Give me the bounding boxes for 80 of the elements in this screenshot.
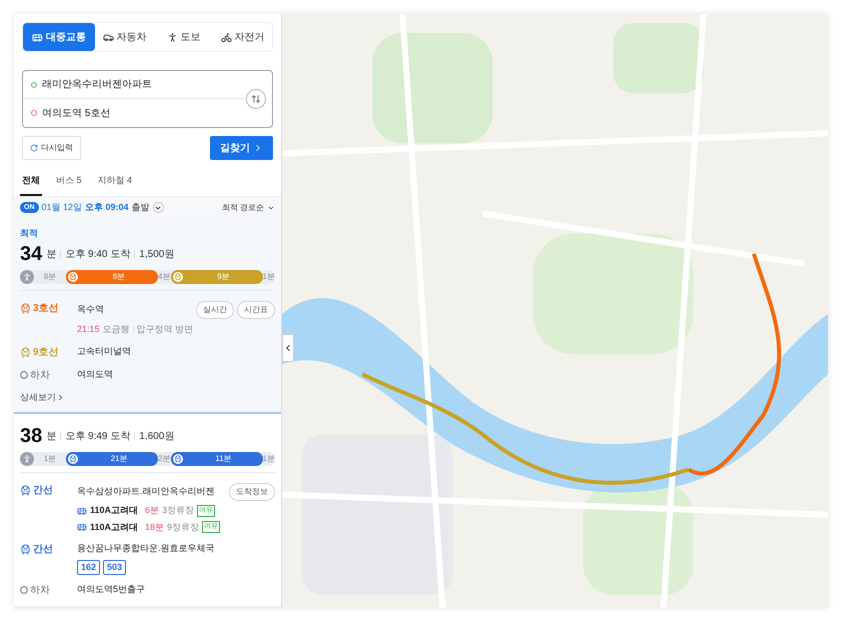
line-label: 9호선 [33, 346, 59, 360]
train-destination: 오금행 [102, 323, 130, 336]
station-name: 고속터미널역 [77, 344, 131, 358]
stops-away: 3정류장 [162, 504, 194, 517]
walk-icon [20, 270, 34, 284]
origin-field[interactable]: 래미안옥수리버젠아파트 [23, 71, 246, 99]
bike-icon [220, 32, 232, 42]
bus-eta: 18분 [145, 520, 164, 534]
mode-tab[interactable]: 자전거 [213, 23, 272, 51]
mode-tab[interactable]: 도보 [154, 23, 213, 51]
refresh-icon [30, 144, 38, 152]
segment-time: 8분 [112, 271, 126, 283]
stops-away: 9정류장 [167, 520, 200, 534]
info-button[interactable]: 시간표 [237, 301, 275, 319]
station-name: 옥수삼성아파트.래미안옥수리버젠 [77, 485, 215, 498]
station-name: 여의도역5번출구 [77, 582, 146, 596]
bus-number-badge: 503 [103, 560, 126, 574]
walk-icon [166, 32, 178, 42]
segment-time: 1분 [262, 453, 275, 465]
bus-eta: 6분 [145, 504, 160, 517]
route-tag: 최적 [20, 226, 275, 240]
destination-field[interactable]: 여의도역 5호선 [23, 99, 246, 127]
line-label: 간선 [33, 484, 53, 498]
duration-unit: 분 [46, 430, 56, 444]
bus-name: 110A고려대 [90, 504, 138, 517]
origin-dot-icon [31, 82, 37, 88]
bus-name: 110A고려대 [90, 520, 138, 534]
departure-label: 출발 [132, 200, 150, 214]
fare: 1,500원 [139, 248, 174, 262]
station-name: 용산꿈나무종합타운.원효로우체국 [77, 542, 215, 555]
stop-icon [20, 586, 28, 594]
time-dropdown[interactable] [152, 202, 164, 213]
swap-icon [251, 94, 261, 104]
info-button[interactable]: 실시간 [196, 301, 234, 319]
segment-time: 2분 [158, 453, 170, 465]
stop-icon [20, 371, 28, 379]
departure-time: 오후 09:04 [85, 200, 129, 214]
line-label: 간선 [33, 543, 53, 557]
line-label: 3호선 [33, 302, 59, 316]
duration-unit: 분 [46, 248, 56, 262]
segment-time: 4분 [158, 271, 170, 283]
departure-time: 21:15 [77, 323, 100, 336]
bus-icon [77, 522, 87, 532]
sort-dropdown[interactable]: 최적 경로순 [222, 202, 275, 214]
segment-time: 8분 [42, 271, 58, 283]
station-name: 옥수역 [77, 303, 104, 316]
train-icon [66, 452, 80, 466]
segment-time: 21분 [110, 453, 128, 465]
station-name: 여의도역 [77, 368, 113, 380]
segment-time: 11분 [214, 453, 233, 465]
result-tab[interactable]: 지하철 4 [96, 170, 134, 196]
arrival-time: 오후 9:40 도착 [65, 248, 130, 262]
result-tab[interactable]: 버스 5 [54, 170, 84, 196]
train-direction: 압구정역 방면 [136, 323, 194, 336]
train-icon [66, 270, 80, 284]
fare: 1,600원 [139, 430, 174, 444]
destination-dot-icon [31, 110, 37, 116]
line-label: 하차 [30, 368, 50, 382]
segment-time: 1분 [262, 271, 275, 283]
bus-icon [77, 506, 87, 516]
segment-time: 1분 [42, 453, 58, 465]
details-link[interactable]: 상세보기 [20, 390, 275, 404]
transit-icon [32, 32, 43, 42]
duration: 38 [20, 424, 42, 448]
info-button[interactable]: 도착정보 [229, 483, 275, 501]
mode-tab[interactable]: 자동차 [95, 23, 154, 51]
chevron-right-icon [56, 392, 65, 402]
segment-time: 9분 [216, 271, 231, 283]
duration: 34 [20, 242, 42, 266]
line-label: 하차 [30, 584, 50, 598]
departure-date: 01월 12일 [42, 200, 82, 214]
swap-button[interactable] [246, 89, 266, 109]
train-icon [170, 270, 184, 284]
walk-icon [20, 452, 34, 466]
reset-button[interactable]: 다시입력 [22, 136, 81, 160]
arrival-time: 오후 9:49 도착 [65, 430, 130, 444]
search-button[interactable]: 길찾기 [210, 136, 273, 160]
bus-number-badge: 162 [77, 560, 100, 574]
train-icon [170, 452, 184, 466]
mode-tab[interactable]: 대중교통 [23, 23, 95, 51]
